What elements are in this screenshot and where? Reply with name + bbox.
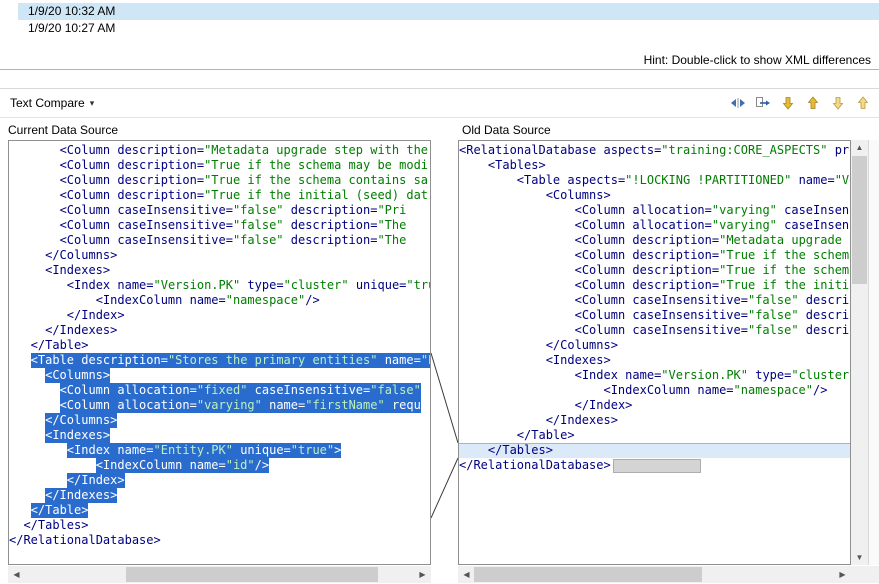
code-line: <Column caseInsensitive="false" descript… [459, 308, 850, 323]
code-line: <Tables> [459, 158, 850, 173]
code-line: <Column description="True if the initial… [9, 188, 430, 203]
compare-mode-label: Text Compare [10, 96, 85, 110]
hint-text: Hint: Double-click to show XML differenc… [644, 52, 871, 68]
scrollbar-thumb[interactable] [474, 567, 702, 582]
scroll-down-icon[interactable]: ▼ [852, 550, 867, 565]
scroll-right-icon[interactable]: ▶ [835, 567, 850, 582]
overview-ruler [868, 140, 879, 565]
code-line: </Indexes> [9, 323, 430, 338]
scroll-right-icon[interactable]: ▶ [415, 567, 430, 582]
code-line: <Table description="Stores the primary e… [9, 353, 430, 368]
code-line: <Column description="True if the schema … [9, 173, 430, 188]
code-line: </Indexes> [459, 413, 850, 428]
chevron-down-icon: ▾ [90, 98, 95, 109]
code-line: </Table> [9, 503, 430, 518]
code-line: <Column description="True if the schema … [9, 158, 430, 173]
left-pane-code[interactable]: <Column description="Metadata upgrade st… [8, 140, 431, 565]
left-pane-title: Current Data Source [8, 122, 118, 138]
copy-all-left-to-right-icon[interactable] [753, 94, 773, 112]
compare-toolbar: Text Compare ▾ [0, 89, 879, 117]
code-line: </Index> [9, 473, 430, 488]
scroll-left-icon[interactable]: ◀ [459, 567, 474, 582]
swap-panes-icon[interactable] [728, 94, 748, 112]
code-line: <Columns> [9, 368, 430, 383]
compare-mode-dropdown[interactable]: Text Compare ▾ [10, 96, 94, 110]
code-line: <IndexColumn name="id"/> [9, 458, 430, 473]
code-line: <Column allocation="fixed" caseInsensiti… [9, 383, 430, 398]
code-line: <Column description="True if the schema … [459, 263, 850, 278]
next-difference-icon[interactable] [778, 94, 798, 112]
code-line: <Index name="Entity.PK" unique="true"> [9, 443, 430, 458]
code-line: <Column allocation="varying" caseInsensi… [459, 203, 850, 218]
right-pane-code[interactable]: <RelationalDatabase aspects="training:CO… [458, 140, 851, 565]
code-line: </Tables> [9, 518, 430, 533]
code-line: <Columns> [459, 188, 850, 203]
xml-compare-editor: 1/9/20 10:32 AM1/9/20 10:27 AM Hint: Dou… [0, 0, 879, 584]
left-horizontal-scrollbar[interactable]: ◀ ▶ [8, 566, 431, 583]
code-line: </Table> [459, 428, 850, 443]
history-list: 1/9/20 10:32 AM1/9/20 10:27 AM [0, 3, 879, 37]
code-line: <Indexes> [459, 353, 850, 368]
code-line: <Column allocation="varying" caseInsensi… [459, 218, 850, 233]
history-row[interactable]: 1/9/20 10:32 AM [18, 3, 879, 20]
code-line: </Columns> [9, 413, 430, 428]
code-line: <Column description="Metadata upgrade st… [9, 143, 430, 158]
separator [0, 69, 879, 70]
code-line: </Index> [9, 308, 430, 323]
code-line: </RelationalDatabase> [9, 533, 430, 548]
code-line: <Column allocation="varying" name="first… [9, 398, 430, 413]
code-line: <Index name="Version.PK" type="cluster" … [9, 278, 430, 293]
code-line: <Index name="Version.PK" type="cluster" … [459, 368, 850, 383]
code-line: </Index> [459, 398, 850, 413]
scroll-left-icon[interactable]: ◀ [9, 567, 24, 582]
previous-difference-icon[interactable] [803, 94, 823, 112]
separator [0, 117, 879, 118]
right-horizontal-scrollbar[interactable]: ◀ ▶ [458, 566, 851, 583]
code-line: </RelationalDatabase> [459, 458, 850, 473]
code-line: <Indexes> [9, 263, 430, 278]
history-row[interactable]: 1/9/20 10:27 AM [18, 20, 879, 37]
next-change-icon[interactable] [828, 94, 848, 112]
code-line: <Indexes> [9, 428, 430, 443]
code-line: </Table> [9, 338, 430, 353]
compare-toolbar-icons [728, 94, 873, 112]
right-pane-title: Old Data Source [462, 122, 551, 138]
scrollbar-corner [851, 566, 879, 583]
code-line: <Column caseInsensitive="false" descript… [9, 233, 430, 248]
code-line: <IndexColumn name="namespace"/> [9, 293, 430, 308]
code-line: <Column caseInsensitive="false" descript… [9, 218, 430, 233]
diff-connector-lines [431, 140, 458, 565]
scrollbar-thumb[interactable] [126, 567, 378, 582]
code-line: <Column description="True if the schema … [459, 248, 850, 263]
code-line: <Column caseInsensitive="false" descript… [459, 293, 850, 308]
code-line: <Table aspects="!LOCKING !PARTITIONED" n… [459, 173, 850, 188]
scroll-up-icon[interactable]: ▲ [852, 140, 867, 155]
code-line: <IndexColumn name="namespace"/> [459, 383, 850, 398]
previous-change-icon[interactable] [853, 94, 873, 112]
code-line: </Indexes> [9, 488, 430, 503]
scrollbar-thumb[interactable] [852, 156, 867, 284]
code-line: <Column caseInsensitive="false" descript… [459, 323, 850, 338]
code-line: <Column description="True if the initial… [459, 278, 850, 293]
code-line: <Column description="Metadata upgrade st… [459, 233, 850, 248]
vertical-scrollbar[interactable]: ▲ ▼ [851, 140, 868, 565]
code-line: </Tables> [459, 443, 850, 458]
empty-range-marker [613, 459, 701, 473]
code-line: <Column caseInsensitive="false" descript… [9, 203, 430, 218]
code-line: </Columns> [459, 338, 850, 353]
code-line: </Columns> [9, 248, 430, 263]
code-line: <RelationalDatabase aspects="training:CO… [459, 143, 850, 158]
